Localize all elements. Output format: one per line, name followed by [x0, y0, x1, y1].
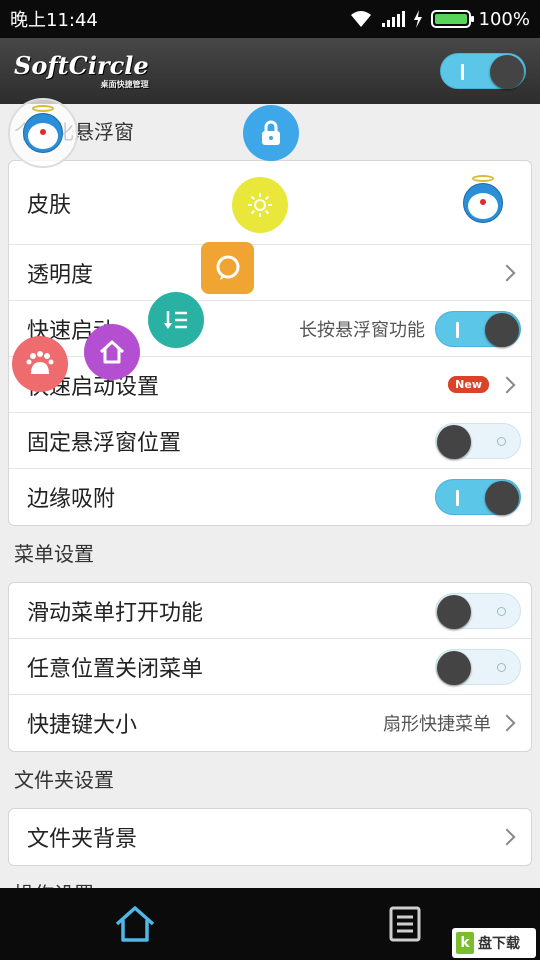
list-icon[interactable]: [148, 292, 204, 348]
signal-icon: [381, 11, 405, 27]
status-time: 晚上11:44: [10, 10, 98, 31]
nav-home-button[interactable]: [0, 888, 270, 960]
row-shortcut-size[interactable]: 快捷键大小 扇形快捷菜单: [9, 695, 531, 751]
chevron-right-icon: [498, 714, 516, 732]
section-title-menu: 菜单设置: [14, 542, 94, 566]
new-badge: New: [448, 376, 489, 393]
app-header: SoftCircle 桌面快捷管理: [0, 38, 540, 104]
edge-snap-toggle[interactable]: [435, 479, 521, 515]
swipe-menu-toggle[interactable]: [435, 592, 521, 629]
baidu-icon[interactable]: [12, 336, 68, 392]
battery-percent: 100%: [478, 8, 530, 30]
chevron-right-icon: [498, 264, 516, 281]
bottom-nav: k 盘下载: [0, 888, 540, 960]
battery-icon: [430, 10, 474, 28]
home-outline-icon: [115, 906, 155, 942]
row-folder-background[interactable]: 文件夹背景: [9, 809, 531, 865]
row-swipe-menu[interactable]: 滑动菜单打开功能: [9, 583, 531, 639]
shortcut-size-value: 扇形快捷菜单: [383, 714, 491, 735]
chevron-right-icon: [498, 376, 516, 393]
row-close-anywhere[interactable]: 任意位置关闭菜单: [9, 639, 531, 695]
app-logo: SoftCircle 桌面快捷管理: [14, 51, 149, 89]
master-toggle[interactable]: [440, 53, 526, 89]
row-transparency[interactable]: 透明度: [9, 245, 531, 301]
floating-ball-doraemon-icon: [19, 105, 67, 161]
wifi-icon: [350, 11, 371, 27]
settings-card: 文件夹背景: [8, 808, 532, 866]
status-bar: 晚上11:44 100%: [0, 0, 540, 38]
section-title-operation: 操作设置: [0, 866, 540, 888]
fix-position-toggle[interactable]: [435, 422, 521, 459]
chevron-right-icon: [498, 828, 516, 846]
row-fix-position[interactable]: 固定悬浮窗位置: [9, 413, 531, 469]
charging-icon: [413, 10, 422, 28]
section-title-folder: 文件夹设置: [14, 768, 114, 792]
chat-icon[interactable]: [201, 242, 254, 294]
quick-launch-toggle[interactable]: [435, 310, 521, 347]
watermark-logo: k 盘下载: [452, 928, 536, 958]
lock-icon[interactable]: [243, 105, 299, 161]
home-icon[interactable]: [84, 324, 140, 380]
row-edge-snap[interactable]: 边缘吸附: [9, 469, 531, 525]
quick-launch-value: 长按悬浮窗功能: [299, 319, 425, 341]
close-anywhere-toggle[interactable]: [435, 648, 521, 685]
document-list-icon: [389, 906, 421, 942]
brightness-icon[interactable]: [232, 177, 288, 233]
app-logo-subtitle: 桌面快捷管理: [100, 79, 149, 89]
floating-ball[interactable]: [8, 98, 78, 168]
settings-card: 滑动菜单打开功能 任意位置关闭菜单 快捷键大小 扇形快捷菜单: [8, 582, 532, 752]
skin-preview-doraemon: [459, 174, 507, 231]
